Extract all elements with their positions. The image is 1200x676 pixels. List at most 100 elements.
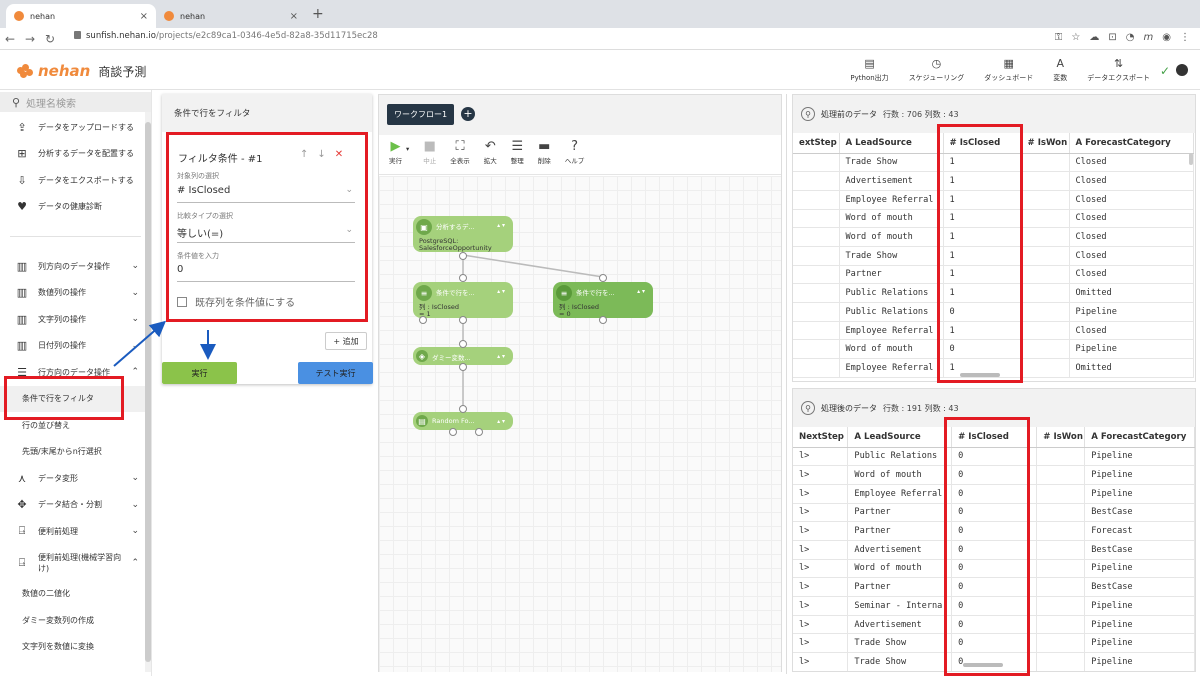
node-port[interactable] [459, 340, 467, 348]
table-cell[interactable] [793, 283, 840, 303]
table-cell[interactable]: BestCase [1084, 503, 1195, 523]
table-cell[interactable]: l> [793, 521, 849, 541]
close-tab-icon[interactable]: × [140, 11, 148, 22]
table-cell[interactable]: l> [793, 465, 849, 485]
m-icon[interactable]: m [1144, 32, 1154, 43]
table-cell[interactable] [1021, 321, 1070, 341]
table-cell[interactable]: Public Relations [839, 283, 944, 303]
table-cell[interactable]: Advertisement [847, 615, 953, 635]
data-export-button[interactable]: ⇅ データエクスポート [1087, 57, 1150, 83]
node-port[interactable] [419, 316, 427, 324]
table-cell[interactable] [793, 227, 840, 247]
test-run-button[interactable]: テスト実行 [298, 362, 373, 384]
table-cell[interactable]: Pipeline [1084, 596, 1195, 616]
cloud-icon[interactable]: ☁ [1089, 32, 1099, 43]
table-cell[interactable]: Pipeline [1084, 652, 1195, 671]
run-button[interactable]: 実行 [162, 362, 237, 384]
node-port[interactable] [459, 252, 467, 260]
table-cell[interactable]: Employee Referral [839, 190, 944, 210]
node-menu-icon[interactable]: ▴ ▾ [497, 353, 505, 360]
node-port[interactable] [475, 428, 483, 436]
table-cell[interactable] [1036, 652, 1086, 671]
table-cell[interactable]: Word of mouth [839, 209, 944, 229]
new-tab-button[interactable]: + [312, 6, 324, 22]
workflow-node-random-forest[interactable]: ▤ Random Fo... ▴ ▾ [413, 412, 513, 430]
sidebar-item-dummy-vars[interactable]: ダミー変数列の作成 [0, 607, 151, 634]
sidebar-group-transform[interactable]: ⋏ データ変形 ⌄ [0, 465, 151, 492]
zoom-search-icon[interactable]: ⚲ [801, 401, 815, 415]
table-cell[interactable] [1021, 302, 1070, 322]
workflow-node-data-source[interactable]: ▣ 分析するデ... ▴ ▾ PostgreSQL: SalesforceOppo… [413, 216, 513, 252]
sidebar-group-ml-preprocess[interactable]: ⍈ 便利前処理(機械学習向け) ⌃ [0, 545, 151, 581]
table-cell[interactable]: Closed [1069, 265, 1194, 285]
tab-workflow-1[interactable]: ワークフロー1 [387, 104, 454, 125]
table-cell[interactable]: l> [793, 540, 849, 560]
dashboard-button[interactable]: ▦ ダッシュボード [984, 57, 1033, 83]
table-cell[interactable]: Pipeline [1084, 559, 1195, 579]
table-cell[interactable]: Closed [1069, 321, 1194, 341]
sidebar-item-health-check[interactable]: ♥ データの健康診断 [0, 194, 151, 221]
table-cell[interactable]: Employee Referral [839, 321, 944, 341]
table-cell[interactable]: Closed [1069, 227, 1194, 247]
sidebar-item-string-to-number[interactable]: 文字列を数値に変換 [0, 634, 151, 661]
table-cell[interactable] [1036, 577, 1086, 597]
node-menu-icon[interactable]: ▴ ▾ [497, 222, 505, 229]
table-cell[interactable] [793, 171, 840, 191]
table-cell[interactable] [793, 302, 840, 322]
table-cell[interactable]: Employee Referral [847, 484, 953, 504]
sidebar-group-string-ops[interactable]: ▥ 文字列の操作 ⌄ [0, 306, 151, 333]
node-menu-icon[interactable]: ▴ ▾ [497, 418, 505, 425]
table-cell[interactable]: l> [793, 596, 849, 616]
table-cell[interactable]: Pipeline [1069, 339, 1194, 360]
column-header[interactable]: NextStep [793, 427, 849, 448]
table-cell[interactable]: Closed [1069, 171, 1194, 191]
forward-icon[interactable]: → [20, 32, 40, 46]
menu-icon[interactable]: ⋮ [1180, 32, 1190, 43]
table-cell[interactable]: Public Relations [847, 447, 953, 467]
table-cell[interactable]: Partner [847, 503, 953, 523]
sidebar-item-place-data[interactable]: ⊞ 分析するデータを配置する [0, 141, 151, 168]
table-cell[interactable] [1036, 615, 1086, 635]
table-cell[interactable]: l> [793, 503, 849, 523]
node-port[interactable] [599, 274, 607, 282]
table-cell[interactable]: BestCase [1084, 577, 1195, 597]
node-port[interactable] [599, 316, 607, 324]
table-cell[interactable] [793, 153, 840, 173]
table-cell[interactable]: Forecast [1084, 521, 1195, 541]
table-cell[interactable]: Employee Referral [839, 358, 944, 378]
table-cell[interactable]: Closed [1069, 209, 1194, 229]
delete-button[interactable]: ▬ 削除 [538, 135, 551, 174]
table-cell[interactable] [1021, 339, 1070, 360]
table-cell[interactable]: Closed [1069, 246, 1194, 266]
workflow-canvas[interactable]: ▣ 分析するデ... ▴ ▾ PostgreSQL: SalesforceOppo… [379, 176, 781, 672]
node-menu-icon[interactable]: ▴ ▾ [497, 288, 505, 295]
column-header[interactable]: # IsWon [1021, 133, 1070, 154]
table-cell[interactable] [1021, 227, 1070, 247]
table-cell[interactable] [1021, 265, 1070, 285]
table-cell[interactable]: Partner [847, 521, 953, 541]
node-port[interactable] [459, 363, 467, 371]
sidebar-group-merge[interactable]: ✥ データ結合・分割 ⌄ [0, 492, 151, 519]
table-cell[interactable]: Omitted [1069, 283, 1194, 303]
column-header[interactable]: A LeadSource [847, 427, 953, 448]
column-header[interactable]: extStep [793, 133, 840, 154]
run-dropdown[interactable]: ▾ [406, 135, 409, 174]
arrange-button[interactable]: ☰ 整理 [511, 135, 524, 174]
sidebar-group-date-ops[interactable]: ▥ 日付列の操作 ⌄ [0, 333, 151, 360]
python-export-button[interactable]: ▤ Python出力 [850, 57, 888, 83]
table-cell[interactable]: Trade Show [839, 153, 944, 173]
table-cell[interactable]: l> [793, 633, 849, 654]
column-header[interactable]: A ForecastCategory [1069, 133, 1194, 154]
table-cell[interactable]: Closed [1069, 153, 1194, 173]
table-cell[interactable] [1021, 171, 1070, 191]
sidebar-group-numeric-ops[interactable]: ▥ 数値列の操作 ⌄ [0, 280, 151, 307]
profile-icon[interactable]: ◉ [1162, 32, 1171, 43]
table-cell[interactable]: BestCase [1084, 540, 1195, 560]
sidebar-group-column-ops[interactable]: ▥ 列方向のデータ操作 ⌄ [0, 253, 151, 280]
browser-tab[interactable]: nehan × [156, 4, 306, 28]
table-cell[interactable] [1021, 190, 1070, 210]
table-cell[interactable]: Pipeline [1084, 447, 1195, 467]
table-cell[interactable]: Word of mouth [839, 339, 944, 360]
node-port[interactable] [459, 316, 467, 324]
table-cell[interactable] [793, 246, 840, 266]
